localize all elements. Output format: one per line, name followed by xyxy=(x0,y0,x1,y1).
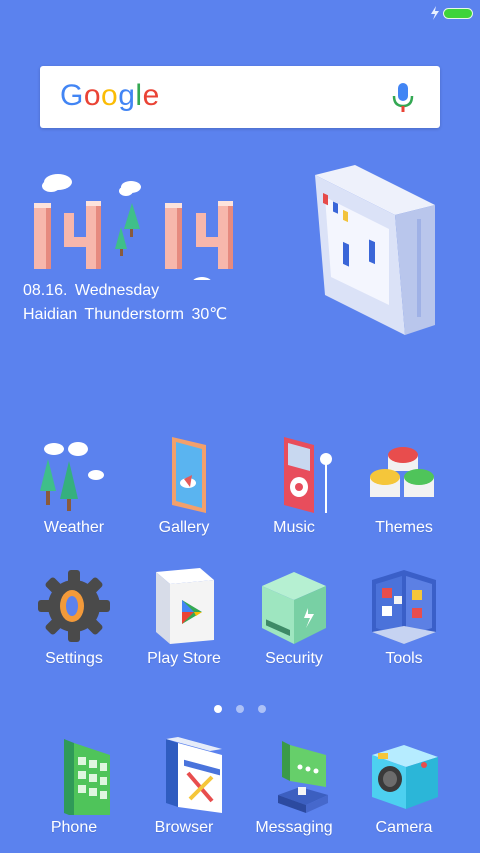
clock-weather-widget[interactable]: 08.16. Wednesday Haidian Thunderstorm 30… xyxy=(20,165,260,325)
weather-text: Haidian Thunderstorm 30℃ xyxy=(23,306,228,323)
status-bar xyxy=(0,0,480,28)
messaging-icon xyxy=(254,735,334,815)
tools-folder-icon xyxy=(364,566,444,646)
dock-messaging[interactable]: Messaging xyxy=(239,735,349,837)
gear-icon xyxy=(34,566,114,646)
camera-icon xyxy=(364,735,444,815)
page-dot-3[interactable] xyxy=(258,705,267,713)
dock-camera[interactable]: Camera xyxy=(349,735,459,837)
google-logo-letter: o xyxy=(101,79,119,112)
app-label: Messaging xyxy=(255,819,333,836)
app-label: Settings xyxy=(45,650,103,667)
app-themes[interactable]: Themes xyxy=(349,435,459,537)
app-label: Phone xyxy=(50,819,98,836)
phone-keypad-icon xyxy=(34,735,114,817)
app-label: Themes xyxy=(375,519,433,536)
browser-icon xyxy=(144,735,224,815)
page-dot-2[interactable] xyxy=(236,705,244,713)
app-label: Play Store xyxy=(147,650,221,667)
page-indicator[interactable] xyxy=(0,700,480,718)
page-dot-1[interactable] xyxy=(213,705,222,713)
weather-icon xyxy=(34,435,114,515)
google-logo-letter: e xyxy=(142,79,160,112)
play-store-icon xyxy=(144,566,224,646)
isometric-clock-art xyxy=(34,174,233,280)
microphone-icon[interactable] xyxy=(392,82,414,114)
app-gallery[interactable]: Gallery xyxy=(129,435,239,537)
app-music[interactable]: Music xyxy=(239,435,349,537)
app-play-store[interactable]: Play Store xyxy=(129,566,239,668)
google-logo-letter: G xyxy=(60,79,84,112)
app-tools[interactable]: Tools xyxy=(349,566,459,668)
app-label: Gallery xyxy=(158,519,210,536)
app-label: Music xyxy=(273,519,315,536)
app-settings[interactable]: Settings xyxy=(19,566,129,668)
date-text: 08.16. Wednesday xyxy=(23,282,160,299)
charging-icon xyxy=(431,6,439,20)
gallery-icon xyxy=(144,435,224,515)
browser-widget[interactable] xyxy=(305,165,445,340)
google-logo-letter: o xyxy=(83,79,102,112)
security-box-icon xyxy=(254,566,334,646)
dock-phone[interactable]: Phone xyxy=(19,735,129,837)
google-logo: Google xyxy=(60,79,160,113)
dock-browser[interactable]: Browser xyxy=(129,735,239,837)
app-label: Browser xyxy=(154,819,214,836)
app-weather[interactable]: Weather xyxy=(19,435,129,537)
google-search-bar[interactable]: Google xyxy=(40,66,440,128)
paint-cans-icon xyxy=(364,435,444,515)
battery-icon xyxy=(443,8,473,19)
app-label: Security xyxy=(265,650,323,667)
app-label: Weather xyxy=(43,519,105,536)
app-security[interactable]: Security xyxy=(239,566,349,668)
app-label: Camera xyxy=(375,819,433,836)
app-label: Tools xyxy=(385,650,423,667)
music-player-icon xyxy=(254,435,334,515)
google-logo-letter: g xyxy=(118,79,136,112)
google-logo-letter: l xyxy=(135,79,143,112)
